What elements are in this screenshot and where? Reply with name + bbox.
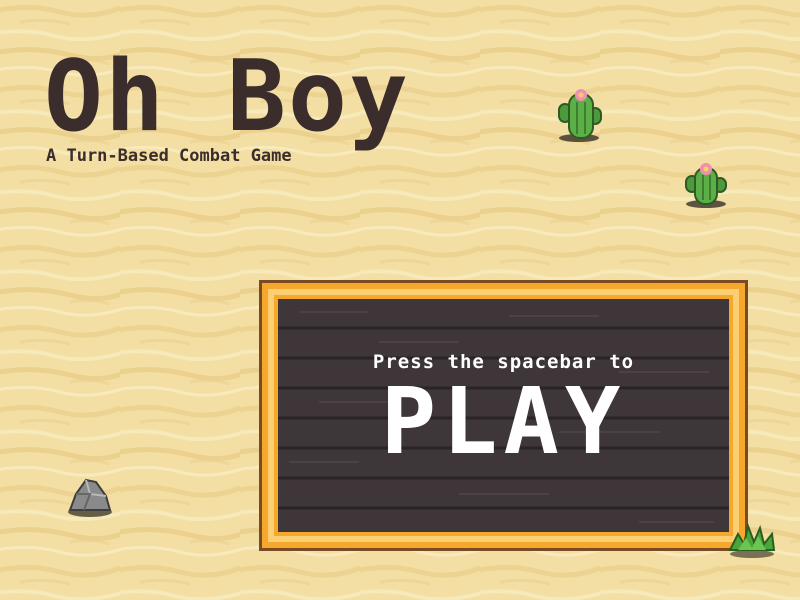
title-screen: Oh Boy A Turn-Based Combat Game Press th… bbox=[0, 0, 800, 600]
cactus-icon bbox=[558, 89, 602, 142]
cactus-icon bbox=[685, 163, 727, 208]
desert-bush-icon bbox=[728, 522, 776, 558]
game-subtitle: A Turn-Based Combat Game bbox=[46, 146, 292, 166]
rock-icon bbox=[68, 478, 112, 517]
play-label[interactable]: PLAY bbox=[259, 376, 748, 468]
game-title: Oh Boy bbox=[44, 40, 411, 154]
start-panel[interactable]: Press the spacebar to PLAY bbox=[259, 280, 748, 551]
